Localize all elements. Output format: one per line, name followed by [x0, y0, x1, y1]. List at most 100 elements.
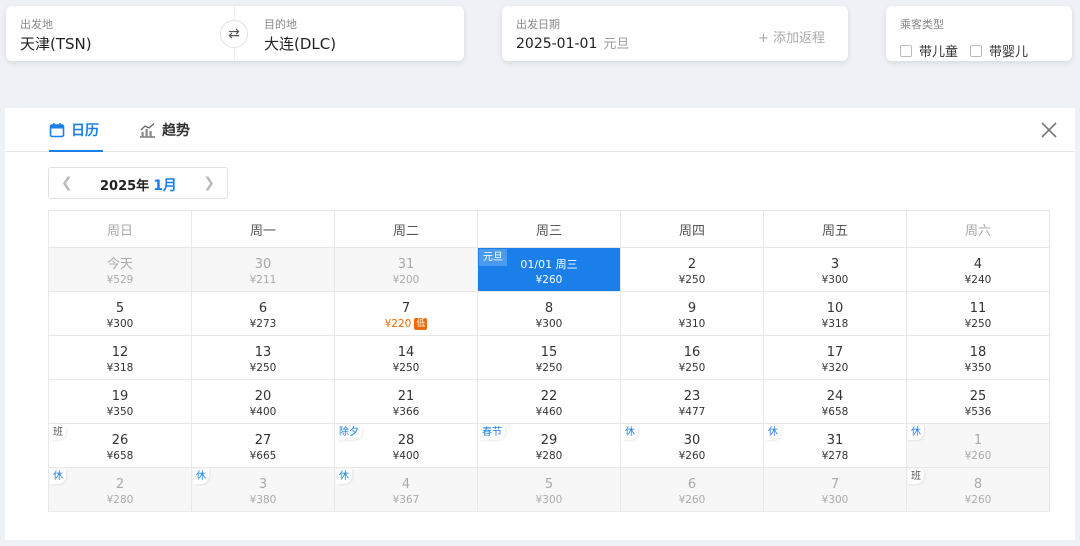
- calendar-day-cell[interactable]: 27 ¥665: [191, 423, 335, 468]
- day-price: ¥658: [106, 449, 134, 462]
- calendar-day-cell[interactable]: 休 31 ¥278: [763, 423, 907, 468]
- day-price-row: ¥318: [49, 361, 191, 375]
- calendar-grid: 周日 周一 周二 周三 周四 周五 周六 今天 ¥529 30 ¥211 31 ¥200 元…: [48, 210, 1050, 512]
- holiday-tag: 元旦: [479, 249, 507, 266]
- day-number: 15: [540, 344, 558, 360]
- day-number: 30: [683, 432, 701, 448]
- calendar-day-cell[interactable]: 班 26 ¥658: [48, 423, 192, 468]
- calendar-day-cell[interactable]: 21 ¥366: [334, 379, 478, 424]
- calendar-day-cell[interactable]: 6 ¥273: [191, 291, 335, 336]
- day-price: ¥250: [392, 361, 420, 374]
- calendar-day-cell[interactable]: 7 ¥220 低: [334, 291, 478, 336]
- calendar-day-cell[interactable]: 休 1 ¥260: [906, 423, 1050, 468]
- day-price-row: ¥300: [478, 493, 620, 507]
- day-price: ¥400: [392, 449, 420, 462]
- swap-icon[interactable]: ⇄: [220, 20, 248, 48]
- day-price-row: ¥240: [907, 273, 1049, 287]
- month-label: 2025年 1月: [100, 175, 177, 195]
- calendar-day-cell[interactable]: 4 ¥240: [906, 247, 1050, 292]
- calendar-day-cell[interactable]: 休 3 ¥380: [191, 467, 335, 512]
- tab-trend[interactable]: 趋势: [139, 120, 190, 140]
- calendar-day-cell[interactable]: 休 30 ¥260: [620, 423, 764, 468]
- day-number: 22: [540, 388, 558, 404]
- day-price-row: ¥300: [49, 317, 191, 331]
- checkbox-box[interactable]: [900, 44, 912, 57]
- calendar-day-cell[interactable]: 班 8 ¥260: [906, 467, 1050, 512]
- calendar-week-row: 今天 ¥529 30 ¥211 31 ¥200 元旦 01/01 周三 ¥260 2 ¥250 3 ¥3…: [48, 247, 1050, 292]
- lowest-price-badge: 低: [414, 317, 428, 330]
- next-month-chevron-icon[interactable]: ❯: [203, 175, 215, 191]
- tab-trend-label: 趋势: [162, 123, 190, 139]
- calendar-day-cell[interactable]: 休 4 ¥367: [334, 467, 478, 512]
- day-price-row: ¥250: [621, 273, 763, 287]
- day-price: ¥318: [821, 317, 849, 330]
- calendar-day-cell[interactable]: 17 ¥320: [763, 335, 907, 380]
- calendar-day-cell[interactable]: 10 ¥318: [763, 291, 907, 336]
- calendar-day-cell[interactable]: 12 ¥318: [48, 335, 192, 380]
- tab-calendar[interactable]: 日历: [49, 120, 103, 152]
- calendar-day-cell[interactable]: 20 ¥400: [191, 379, 335, 424]
- weekday-thu: 周四: [620, 210, 764, 248]
- day-price-row: ¥310: [621, 317, 763, 331]
- calendar-day-cell[interactable]: 22 ¥460: [477, 379, 621, 424]
- day-price: ¥250: [678, 361, 706, 374]
- calendar-day-cell[interactable]: 24 ¥658: [763, 379, 907, 424]
- with-child-checkbox[interactable]: 带儿童: [900, 41, 958, 60]
- calendar-day-cell[interactable]: 2 ¥250: [620, 247, 764, 292]
- weekday-sat: 周六: [906, 210, 1050, 248]
- close-icon[interactable]: [1039, 120, 1059, 140]
- origin-value: 天津(TSN): [20, 35, 92, 53]
- calendar-day-cell[interactable]: 19 ¥350: [48, 379, 192, 424]
- calendar-day-cell[interactable]: 18 ¥350: [906, 335, 1050, 380]
- calendar-day-cell[interactable]: 9 ¥310: [620, 291, 764, 336]
- calendar-day-cell[interactable]: 11 ¥250: [906, 291, 1050, 336]
- calendar-day-cell[interactable]: 5 ¥300: [477, 467, 621, 512]
- destination-value: 大连(DLC): [264, 35, 337, 53]
- day-number: 30: [254, 256, 272, 272]
- with-infant-checkbox[interactable]: 带婴儿: [970, 41, 1028, 60]
- calendar-day-cell[interactable]: 3 ¥300: [763, 247, 907, 292]
- depart-date-card[interactable]: 出发日期 2025-01-01 元旦 + 添加返程: [502, 6, 848, 61]
- day-number: 10: [826, 300, 844, 316]
- destination-field[interactable]: 目的地 大连(DLC): [250, 6, 464, 61]
- calendar-day-cell[interactable]: 元旦 01/01 周三 ¥260: [477, 247, 621, 292]
- calendar-day-cell[interactable]: 5 ¥300: [48, 291, 192, 336]
- calendar-day-cell[interactable]: 31 ¥200: [334, 247, 478, 292]
- calendar-day-cell[interactable]: 今天 ¥529: [48, 247, 192, 292]
- calendar-day-cell[interactable]: 6 ¥260: [620, 467, 764, 512]
- day-number: 2: [115, 476, 125, 492]
- calendar-day-cell[interactable]: 15 ¥250: [477, 335, 621, 380]
- calendar-day-cell[interactable]: 春节 29 ¥280: [477, 423, 621, 468]
- calendar-day-cell[interactable]: 13 ¥250: [191, 335, 335, 380]
- day-number: 8: [973, 476, 983, 492]
- day-price: ¥320: [821, 361, 849, 374]
- day-price: ¥211: [249, 273, 277, 286]
- add-return-button[interactable]: + 添加返程: [758, 27, 825, 46]
- origin-field[interactable]: 出发地 天津(TSN): [6, 6, 234, 61]
- holiday-tag: 春节: [479, 425, 505, 440]
- day-number: 13: [254, 344, 272, 360]
- calendar-day-cell[interactable]: 16 ¥250: [620, 335, 764, 380]
- trend-chart-icon: [140, 123, 155, 138]
- day-number: 4: [401, 476, 411, 492]
- checkbox-box[interactable]: [970, 44, 982, 57]
- day-number: 17: [826, 344, 844, 360]
- calendar-week-row: 休 2 ¥280 休 3 ¥380 休 4 ¥367 5 ¥300 6 ¥260 7 ¥300 班 8 ¥260: [48, 467, 1050, 512]
- calendar-day-cell[interactable]: 23 ¥477: [620, 379, 764, 424]
- calendar-day-cell[interactable]: 7 ¥300: [763, 467, 907, 512]
- calendar-day-cell[interactable]: 25 ¥536: [906, 379, 1050, 424]
- calendar-day-cell[interactable]: 30 ¥211: [191, 247, 335, 292]
- day-price-row: ¥260: [907, 449, 1049, 463]
- prev-month-chevron-icon[interactable]: ❮: [61, 175, 73, 191]
- year-label: 2025年: [100, 179, 150, 194]
- day-number: 3: [830, 256, 840, 272]
- calendar-day-cell[interactable]: 休 2 ¥280: [48, 467, 192, 512]
- calendar-day-cell[interactable]: 8 ¥300: [477, 291, 621, 336]
- day-number: 20: [254, 388, 272, 404]
- day-price: ¥260: [964, 493, 992, 506]
- price-calendar-panel: 日历 趋势 ❮ 2025年 1月 ❯ 周日 周一 周二 周三 周四 周五 周六 今…: [5, 108, 1075, 540]
- calendar-day-cell[interactable]: 14 ¥250: [334, 335, 478, 380]
- day-price-row: ¥200: [335, 273, 477, 287]
- route-card: 出发地 天津(TSN) ⇄ 目的地 大连(DLC): [6, 6, 464, 61]
- calendar-day-cell[interactable]: 除夕 28 ¥400: [334, 423, 478, 468]
